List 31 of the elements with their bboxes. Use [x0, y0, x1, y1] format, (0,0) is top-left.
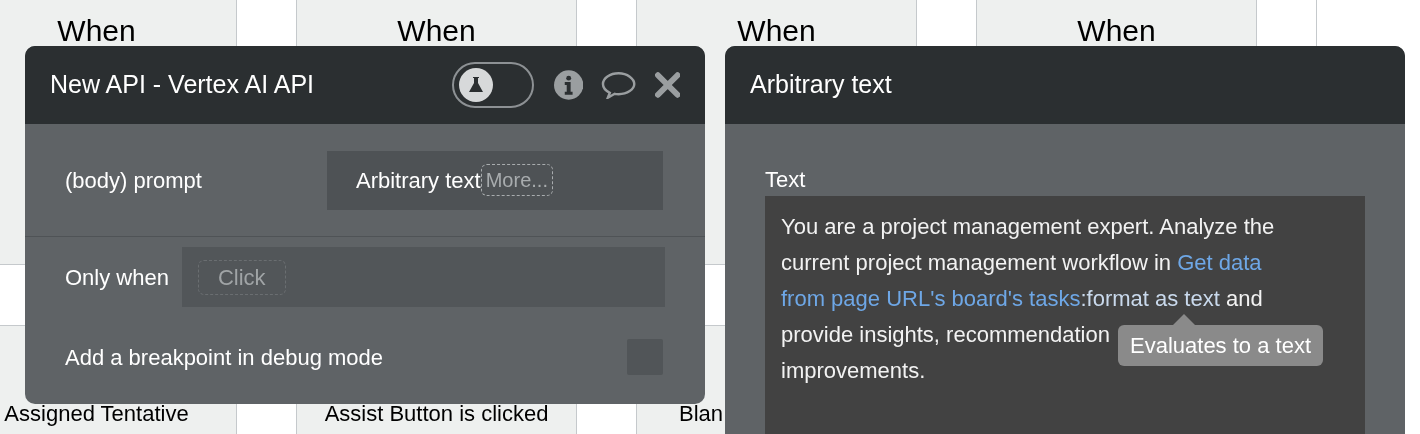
comment-icon[interactable] [601, 71, 637, 99]
more-chip[interactable]: More... [480, 164, 553, 196]
panel-title: New API - Vertex AI API [50, 69, 315, 101]
event-label: Assigned Tentative [4, 400, 189, 428]
field-label: Only when [65, 263, 169, 292]
text-area[interactable] [765, 196, 1365, 434]
breakpoint-label: Add a breakpoint in debug mode [65, 343, 383, 372]
info-icon[interactable] [554, 70, 584, 100]
panel-title: Arbitrary text [750, 69, 892, 101]
event-heading: When [397, 13, 476, 48]
dynamic-expression[interactable]: from page URL's board's tasks [781, 281, 1081, 315]
prompt-text: provide insights, recommendation [781, 320, 1110, 349]
prompt-text: improvements. [781, 356, 926, 385]
tooltip-arrow [1173, 314, 1195, 325]
flask-icon [467, 76, 484, 94]
expression-field[interactable]: Arbitrary text More... [327, 150, 663, 210]
event-heading: When [57, 13, 136, 48]
event-heading: When [737, 13, 816, 48]
event-heading: When [1077, 13, 1156, 48]
event-label: Assist Button is clicked [324, 400, 549, 428]
expression-operator[interactable]: :format as text [1080, 281, 1220, 315]
close-icon[interactable] [654, 72, 680, 98]
event-label: Blan [679, 400, 724, 428]
prompt-text: and [1224, 284, 1263, 313]
field-label: Text [765, 166, 807, 194]
dynamic-expression[interactable]: Get data [1177, 245, 1262, 279]
debug-toggle[interactable] [451, 62, 534, 108]
field-label: (body) prompt [65, 166, 203, 195]
prompt-text: current project management workflow in [781, 248, 1173, 277]
condition-field[interactable]: Click [181, 247, 665, 307]
prompt-text: You are a project management expert. Analyze the [781, 212, 1275, 241]
